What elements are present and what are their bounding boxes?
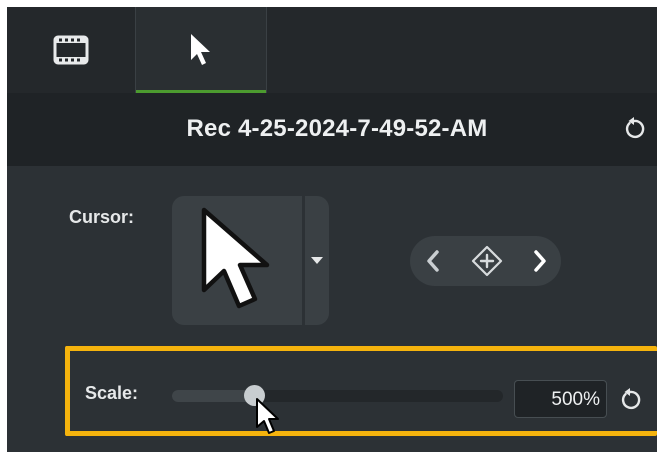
reset-icon <box>625 117 645 139</box>
tab-bar <box>7 7 657 93</box>
clip-title: Rec 4-25-2024-7-49-52-AM <box>186 115 488 142</box>
film-strip-icon <box>53 35 89 65</box>
tab-media[interactable] <box>7 7 135 93</box>
arrow-cursor-icon <box>201 207 270 309</box>
add-keyframe-button[interactable] <box>465 236 509 286</box>
keyframe-nav <box>410 236 561 286</box>
previous-keyframe-button[interactable] <box>416 236 450 286</box>
mouse-pointer-icon <box>256 398 279 434</box>
reset-scale-button[interactable] <box>615 384 645 414</box>
properties-panel: Rec 4-25-2024-7-49-52-AM Cursor: Scale: … <box>7 7 657 452</box>
clip-title-bar: Rec 4-25-2024-7-49-52-AM <box>7 93 657 166</box>
add-keyframe-icon <box>471 245 503 277</box>
scale-slider-fill <box>172 390 255 402</box>
reset-all-button[interactable] <box>619 113 649 143</box>
chevron-left-icon <box>427 250 439 272</box>
cursor-picker[interactable] <box>172 196 329 325</box>
caret-down-icon <box>311 257 323 264</box>
scale-value-field[interactable]: 500% <box>514 380 607 418</box>
scale-label: Scale: <box>85 383 139 403</box>
cursor-label: Cursor: <box>69 207 135 227</box>
mouse-pointer-icon <box>191 34 210 65</box>
scale-slider[interactable] <box>172 390 503 402</box>
chevron-right-icon <box>534 250 546 272</box>
tab-cursor[interactable] <box>135 7 267 93</box>
reset-icon <box>621 388 641 410</box>
cursor-dropdown-button[interactable] <box>305 196 329 325</box>
next-keyframe-button[interactable] <box>523 236 557 286</box>
